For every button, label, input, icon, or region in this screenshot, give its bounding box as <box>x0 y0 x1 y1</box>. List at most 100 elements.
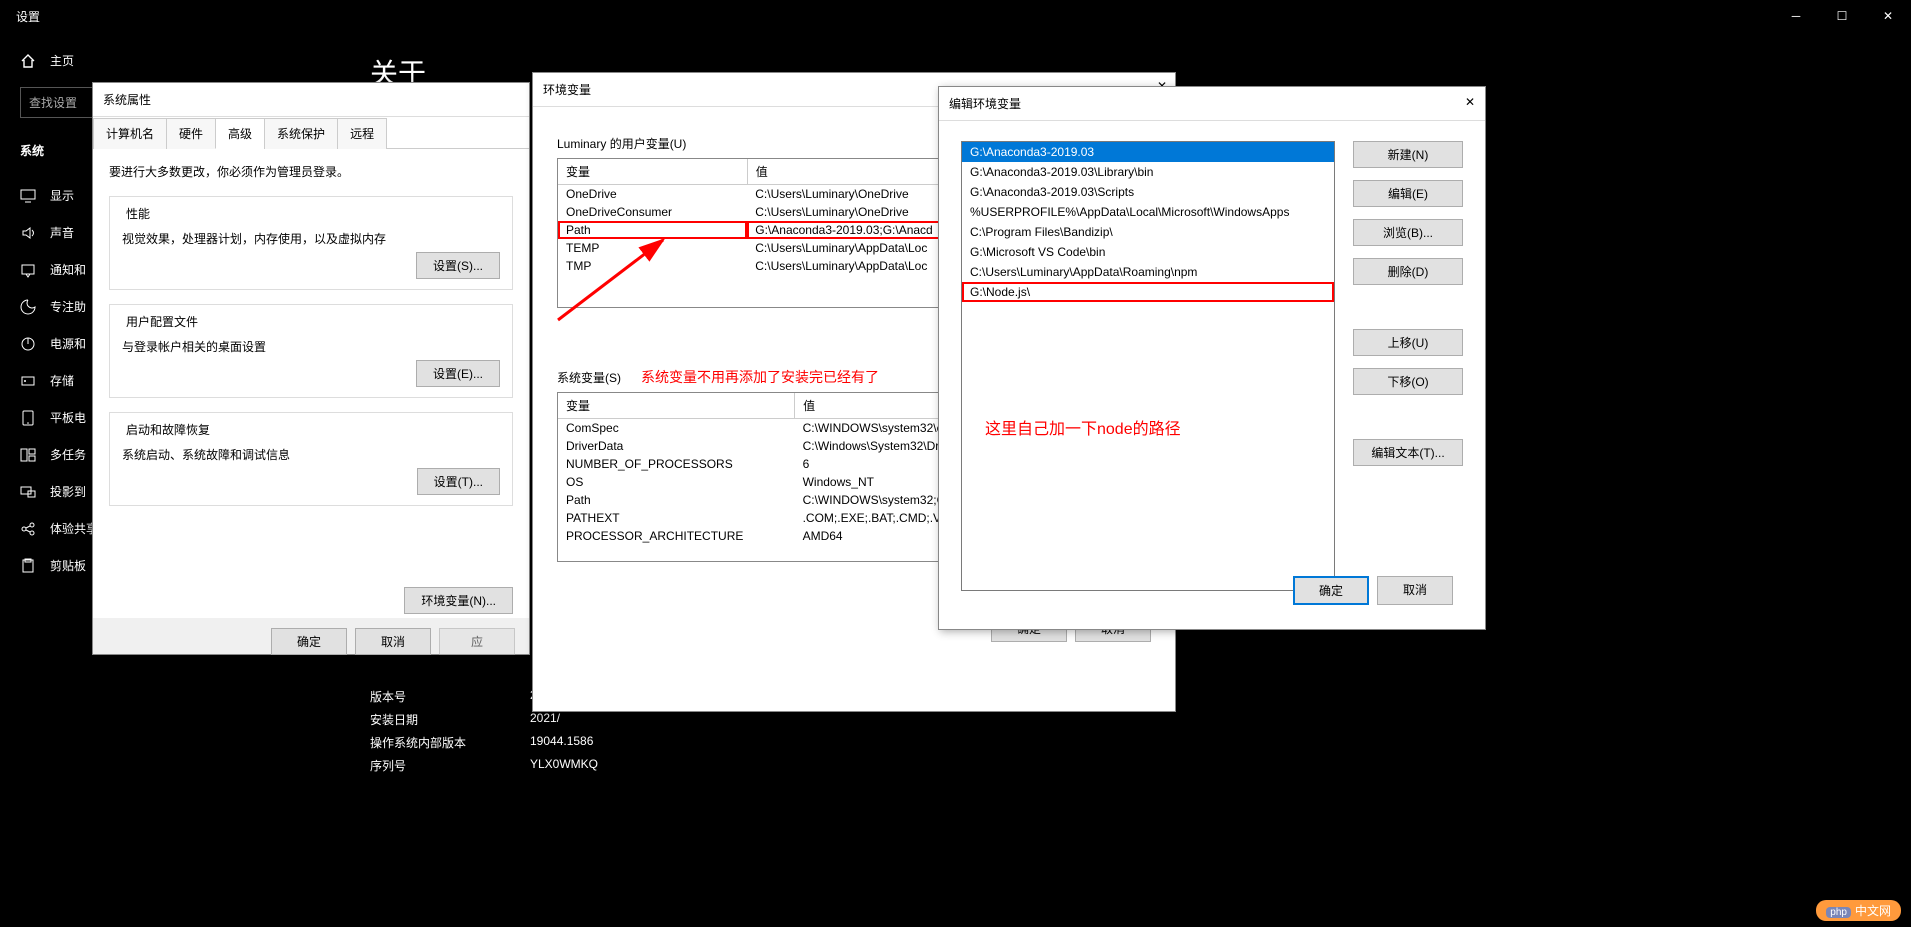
settings-titlebar: 设置 ─ ☐ ✕ <box>0 0 1911 32</box>
sidebar-home-label: 主页 <box>50 52 74 69</box>
editenv-close-button[interactable]: ✕ <box>1465 95 1475 109</box>
sysprop-hint: 要进行大多数更改，你必须作为管理员登录。 <box>109 163 513 180</box>
sidebar-item-label: 通知和 <box>50 261 86 278</box>
section-settings-button[interactable]: 设置(E)... <box>416 360 500 387</box>
editenv-browse-button[interactable]: 浏览(B)... <box>1353 219 1463 246</box>
editenv-edittext-button[interactable]: 编辑文本(T)... <box>1353 439 1463 466</box>
var-name: TEMP <box>558 239 747 257</box>
sysprop-title: 系统属性 <box>103 93 151 107</box>
path-item[interactable]: G:\Anaconda3-2019.03\Library\bin <box>962 162 1334 182</box>
sidebar-item-label: 存储 <box>50 372 74 389</box>
home-icon <box>20 53 36 69</box>
sound-icon <box>20 225 36 241</box>
col-var[interactable]: 变量 <box>558 159 747 185</box>
annotation-sysvars: 系统变量不用再添加了安装完已经有了 <box>641 367 879 387</box>
path-item[interactable]: G:\Anaconda3-2019.03 <box>962 142 1334 162</box>
project-icon <box>20 484 36 500</box>
tablet-icon <box>20 410 36 426</box>
sys-vars-label: 系统变量(S) <box>557 369 621 386</box>
section-desc: 与登录帐户相关的桌面设置 <box>122 338 500 355</box>
env-vars-button[interactable]: 环境变量(N)... <box>404 587 513 614</box>
section-desc: 视觉效果，处理器计划，内存使用，以及虚拟内存 <box>122 230 500 247</box>
sidebar-item-label: 专注助 <box>50 298 86 315</box>
about-value: 19044.1586 <box>530 734 593 751</box>
editenv-down-button[interactable]: 下移(O) <box>1353 368 1463 395</box>
var-name: NUMBER_OF_PROCESSORS <box>558 455 795 473</box>
editenv-delete-button[interactable]: 删除(D) <box>1353 258 1463 285</box>
about-row: 操作系统内部版本19044.1586 <box>370 734 1871 751</box>
envvar-title: 环境变量 <box>543 83 591 97</box>
watermark-php: php <box>1826 907 1851 918</box>
sidebar-home[interactable]: 主页 <box>20 52 330 69</box>
var-name: PROCESSOR_ARCHITECTURE <box>558 527 795 545</box>
watermark: php 中文网 <box>1816 900 1901 921</box>
about-row: 序列号YLX0WMKQ <box>370 757 1871 774</box>
sysprop-tab[interactable]: 硬件 <box>166 118 216 149</box>
section-settings-button[interactable]: 设置(T)... <box>417 468 500 495</box>
sidebar-item-label: 显示 <box>50 187 74 204</box>
var-name: TMP <box>558 257 747 275</box>
close-button[interactable]: ✕ <box>1865 0 1911 32</box>
section-legend: 用户配置文件 <box>122 313 202 330</box>
sidebar-item-label: 声音 <box>50 224 74 241</box>
path-item[interactable]: G:\Microsoft VS Code\bin <box>962 242 1334 262</box>
about-key: 序列号 <box>370 757 530 774</box>
clipboard-icon <box>20 558 36 574</box>
minimize-button[interactable]: ─ <box>1773 0 1819 32</box>
var-name: PATHEXT <box>558 509 795 527</box>
var-name: OneDrive <box>558 185 747 204</box>
col-var[interactable]: 变量 <box>558 393 795 419</box>
settings-title: 设置 <box>16 8 40 25</box>
sysprop-section: 启动和故障恢复系统启动、系统故障和调试信息设置(T)... <box>109 412 513 506</box>
path-item[interactable]: G:\Anaconda3-2019.03\Scripts <box>962 182 1334 202</box>
about-key: 安装日期 <box>370 711 530 728</box>
path-item[interactable]: G:\Node.js\ <box>962 282 1334 302</box>
about-key: 操作系统内部版本 <box>370 734 530 751</box>
var-name: Path <box>558 491 795 509</box>
editenv-cancel-button[interactable]: 取消 <box>1377 576 1453 605</box>
editenv-title: 编辑环境变量 <box>949 97 1021 111</box>
about-value: YLX0WMKQ <box>530 757 598 774</box>
section-desc: 系统启动、系统故障和调试信息 <box>122 446 500 463</box>
sysprop-section: 性能视觉效果，处理器计划，内存使用，以及虚拟内存设置(S)... <box>109 196 513 290</box>
sysprop-apply-button[interactable]: 应 <box>439 628 515 655</box>
storage-icon <box>20 373 36 389</box>
search-placeholder: 查找设置 <box>29 96 77 110</box>
editenv-edit-button[interactable]: 编辑(E) <box>1353 180 1463 207</box>
annotation-node-path: 这里自己加一下node的路径 <box>985 415 1181 439</box>
sysprop-tabs: 计算机名硬件高级系统保护远程 <box>93 117 529 149</box>
maximize-button[interactable]: ☐ <box>1819 0 1865 32</box>
display-icon <box>20 188 36 204</box>
var-name: OneDriveConsumer <box>558 203 747 221</box>
edit-env-dialog: 编辑环境变量 ✕ G:\Anaconda3-2019.03G:\Anaconda… <box>938 86 1486 630</box>
path-list[interactable]: G:\Anaconda3-2019.03G:\Anaconda3-2019.03… <box>961 141 1335 591</box>
about-value: 2021/ <box>530 711 560 728</box>
sidebar-item-label: 平板电 <box>50 409 86 426</box>
sysprop-tab[interactable]: 计算机名 <box>93 118 167 149</box>
path-item[interactable]: C:\Users\Luminary\AppData\Roaming\npm <box>962 262 1334 282</box>
section-settings-button[interactable]: 设置(S)... <box>416 252 500 279</box>
system-properties-dialog: 系统属性 计算机名硬件高级系统保护远程 要进行大多数更改，你必须作为管理员登录。… <box>92 82 530 655</box>
sysprop-tab[interactable]: 高级 <box>215 118 265 149</box>
power-icon <box>20 336 36 352</box>
sysprop-tab[interactable]: 系统保护 <box>264 118 338 149</box>
sidebar-item-label: 多任务 <box>50 446 86 463</box>
sidebar-item-label: 投影到 <box>50 483 86 500</box>
path-item[interactable]: %USERPROFILE%\AppData\Local\Microsoft\Wi… <box>962 202 1334 222</box>
editenv-new-button[interactable]: 新建(N) <box>1353 141 1463 168</box>
path-item[interactable]: C:\Program Files\Bandizip\ <box>962 222 1334 242</box>
sysprop-ok-button[interactable]: 确定 <box>271 628 347 655</box>
sysprop-cancel-button[interactable]: 取消 <box>355 628 431 655</box>
var-name: DriverData <box>558 437 795 455</box>
sidebar-item-label: 体验共享 <box>50 520 98 537</box>
editenv-up-button[interactable]: 上移(U) <box>1353 329 1463 356</box>
share-icon <box>20 521 36 537</box>
section-legend: 启动和故障恢复 <box>122 421 214 438</box>
editenv-ok-button[interactable]: 确定 <box>1293 576 1369 605</box>
editenv-titlebar[interactable]: 编辑环境变量 ✕ <box>939 87 1485 121</box>
sysprop-titlebar[interactable]: 系统属性 <box>93 83 529 117</box>
var-name: Path <box>558 221 747 239</box>
watermark-text: 中文网 <box>1855 904 1891 918</box>
about-key: 版本号 <box>370 688 530 705</box>
sysprop-tab[interactable]: 远程 <box>337 118 387 149</box>
